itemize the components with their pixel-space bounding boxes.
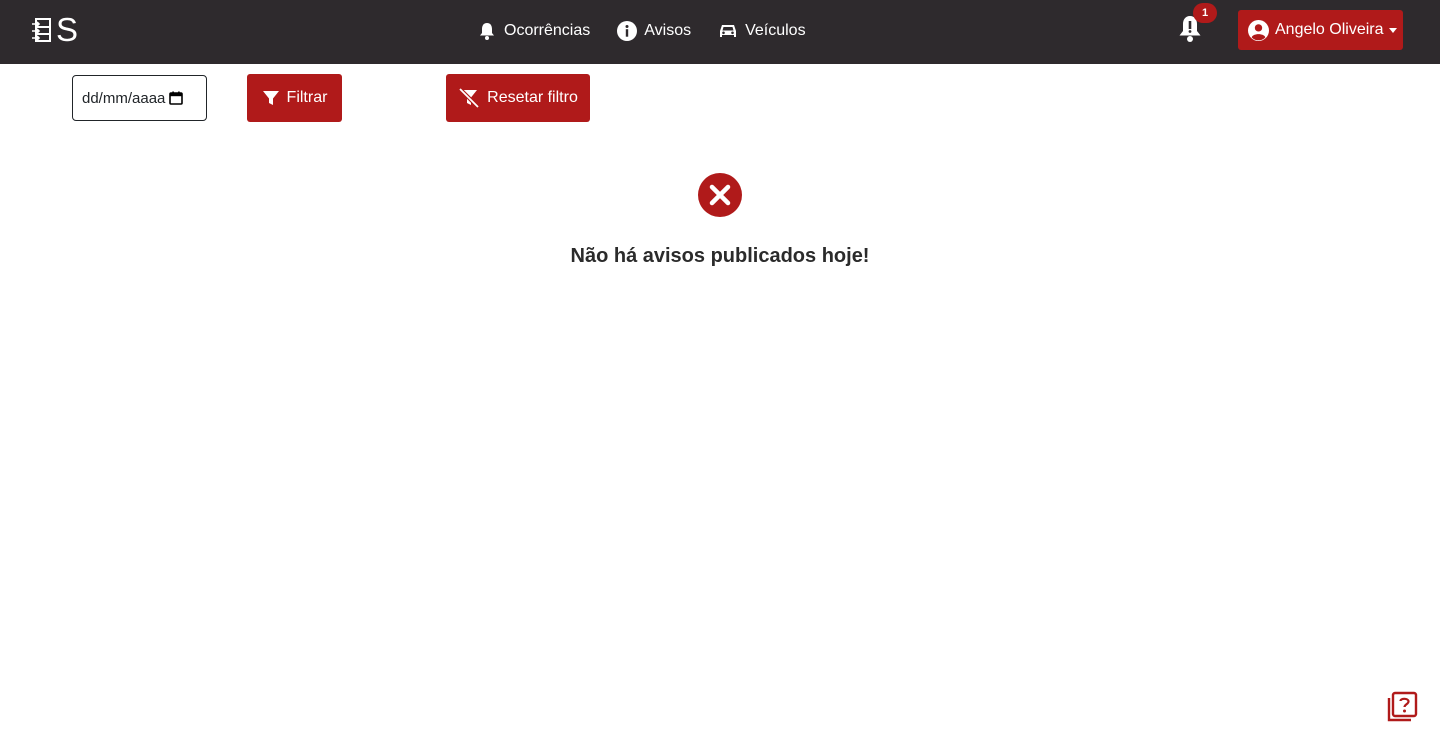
nav-link-label: Ocorrências bbox=[504, 22, 591, 39]
top-navbar: S Ocorrências Avisos Veículos 1 Angelo O… bbox=[0, 0, 1440, 64]
nav-link-avisos[interactable]: Avisos bbox=[617, 21, 691, 41]
nav-link-label: Avisos bbox=[644, 22, 692, 39]
main-nav: Ocorrências Avisos Veículos bbox=[477, 16, 806, 46]
chevron-down-icon bbox=[1388, 27, 1397, 33]
brand-letter: S bbox=[56, 11, 79, 48]
date-placeholder: dd/mm/aaaa bbox=[82, 89, 166, 107]
filter-button-label: Filtrar bbox=[286, 89, 328, 106]
nav-link-label: Veículos bbox=[745, 22, 806, 39]
notification-count-badge: 1 bbox=[1193, 3, 1217, 23]
info-circle-icon bbox=[617, 21, 638, 41]
date-filter-input[interactable]: dd/mm/aaaa bbox=[72, 75, 207, 121]
funnel-slash-icon bbox=[458, 88, 480, 108]
reset-filter-label: Resetar filtro bbox=[487, 89, 578, 106]
car-icon bbox=[720, 25, 737, 37]
brand-logo[interactable]: S bbox=[30, 12, 78, 48]
funnel-icon bbox=[262, 91, 279, 105]
filter-button[interactable]: Filtrar bbox=[247, 74, 342, 122]
nav-link-veiculos[interactable]: Veículos bbox=[718, 22, 806, 40]
user-circle-icon bbox=[1248, 19, 1269, 41]
reset-filter-button[interactable]: Resetar filtro bbox=[446, 74, 590, 122]
help-question-icon[interactable] bbox=[1386, 691, 1418, 723]
bell-icon bbox=[480, 23, 494, 40]
user-menu-button[interactable]: Angelo Oliveira bbox=[1238, 10, 1403, 50]
user-name: Angelo Oliveira bbox=[1275, 21, 1384, 38]
logo-exit-icon bbox=[32, 18, 51, 42]
calendar-icon[interactable] bbox=[169, 91, 184, 105]
x-circle-icon bbox=[698, 173, 742, 217]
notifications-button[interactable]: 1 bbox=[1177, 3, 1217, 44]
empty-state-message: Não há avisos publicados hoje! bbox=[570, 245, 870, 267]
nav-link-ocorrencias[interactable]: Ocorrências bbox=[477, 21, 590, 41]
